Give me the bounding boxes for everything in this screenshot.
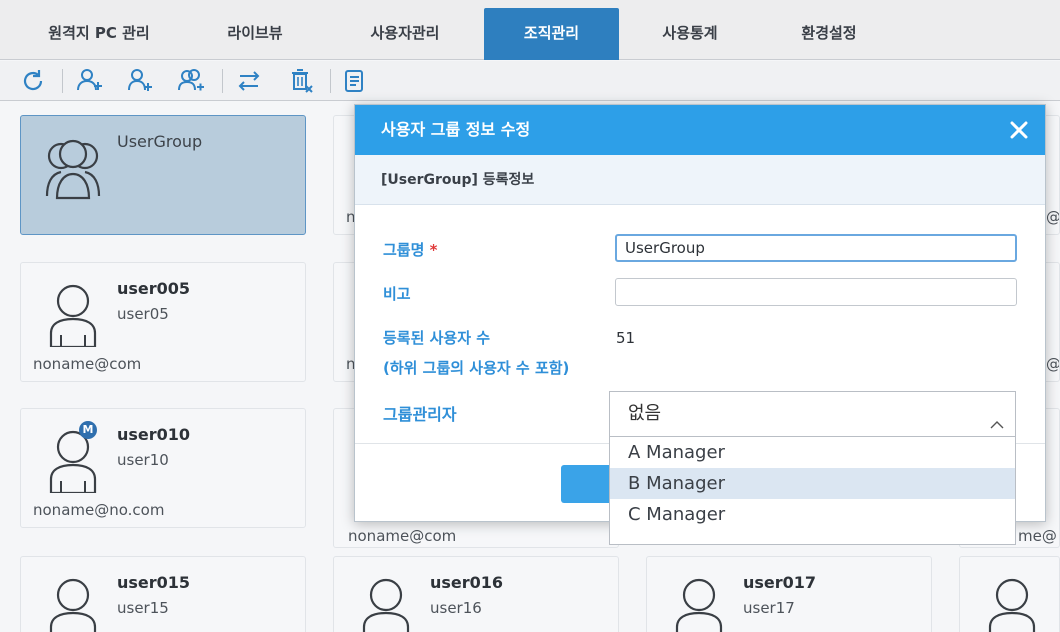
user-id: user17 xyxy=(743,599,795,617)
dialog-subtitle: [UserGroup] 등록정보 xyxy=(355,155,1045,205)
user-email: noname@com xyxy=(348,527,457,545)
card-email-fragment: me@ xyxy=(1018,527,1057,545)
note-input[interactable] xyxy=(615,278,1017,306)
manager-option-c[interactable]: C Manager xyxy=(610,499,1015,530)
list-icon[interactable] xyxy=(340,66,370,96)
group-name-label: 그룹명 * xyxy=(383,239,438,260)
manager-option-a[interactable]: A Manager xyxy=(610,437,1015,468)
group-name: UserGroup xyxy=(117,132,203,151)
group-name-input[interactable] xyxy=(615,234,1017,262)
group-card[interactable]: UserGroup xyxy=(20,115,306,235)
user-count-value: 51 xyxy=(616,329,636,347)
user-name: user010 xyxy=(117,425,191,444)
user-name: user016 xyxy=(430,573,504,592)
user-id: user05 xyxy=(117,305,169,323)
user-email: noname@com xyxy=(33,355,142,373)
manager-label: 그룹관리자 xyxy=(383,405,457,424)
user-icon xyxy=(43,575,103,632)
add-group-icon[interactable] xyxy=(74,66,104,96)
delete-icon[interactable] xyxy=(286,66,316,96)
chevron-up-icon xyxy=(989,406,1005,429)
user-id: user15 xyxy=(117,599,169,617)
move-icon[interactable] xyxy=(234,66,264,96)
hidden-card[interactable] xyxy=(959,556,1060,632)
dialog-header: 사용자 그룹 정보 수정 xyxy=(355,105,1045,155)
toolbar xyxy=(0,61,1060,101)
user-id: user10 xyxy=(117,451,169,469)
user-card-016[interactable]: user016 user16 xyxy=(333,556,619,632)
group-icon xyxy=(39,132,109,202)
tab-user-management[interactable]: 사용자관리 xyxy=(340,8,470,60)
user-icon xyxy=(669,575,729,632)
user-id: user16 xyxy=(430,599,482,617)
manager-badge: M xyxy=(79,421,97,439)
user-card-015[interactable]: user015 user15 xyxy=(20,556,306,632)
user-count-label: 등록된 사용자 수 xyxy=(383,329,491,347)
note-label: 비고 xyxy=(383,285,411,303)
tab-usage-stats[interactable]: 사용통계 xyxy=(630,8,750,60)
user-card-017[interactable]: user017 user17 xyxy=(646,556,932,632)
manager-dropdown: A Manager B Manager C Manager xyxy=(609,437,1016,545)
dialog-title: 사용자 그룹 정보 수정 xyxy=(381,120,531,139)
manager-option-b[interactable]: B Manager xyxy=(610,468,1015,499)
card-email-fragment: @ xyxy=(1046,208,1060,226)
add-multi-user-icon[interactable] xyxy=(176,66,206,96)
top-nav: 원격지 PC 관리 라이브뷰 사용자관리 조직관리 사용통계 환경설정 xyxy=(0,0,1060,60)
user-name: user005 xyxy=(117,279,191,298)
user-icon xyxy=(43,281,103,349)
tab-remote-pc[interactable]: 원격지 PC 관리 xyxy=(24,8,174,60)
tab-org-management[interactable]: 조직관리 xyxy=(484,8,619,60)
add-user-icon[interactable] xyxy=(124,66,154,96)
user-card-010[interactable]: M user010 user10 noname@no.com xyxy=(20,408,306,528)
user-icon xyxy=(356,575,416,632)
user-icon xyxy=(982,575,1042,632)
user-name: user017 xyxy=(743,573,817,592)
user-email: noname@no.com xyxy=(33,501,165,519)
card-email-fragment: @ xyxy=(1046,355,1060,373)
user-count-sublabel: (하위 그룹의 사용자 수 포함) xyxy=(383,359,570,377)
close-icon[interactable] xyxy=(1007,105,1031,155)
tab-liveview[interactable]: 라이브뷰 xyxy=(200,8,310,60)
manager-selected-value: 없음 xyxy=(628,403,662,424)
user-name: user015 xyxy=(117,573,191,592)
user-icon xyxy=(43,427,103,495)
user-card-005[interactable]: user005 user05 noname@com xyxy=(20,262,306,382)
manager-select[interactable]: 없음 xyxy=(609,391,1016,437)
refresh-icon[interactable] xyxy=(18,66,48,96)
tab-settings[interactable]: 환경설정 xyxy=(764,8,894,60)
required-mark: * xyxy=(429,241,438,259)
group-name-label-text: 그룹명 xyxy=(383,241,425,259)
